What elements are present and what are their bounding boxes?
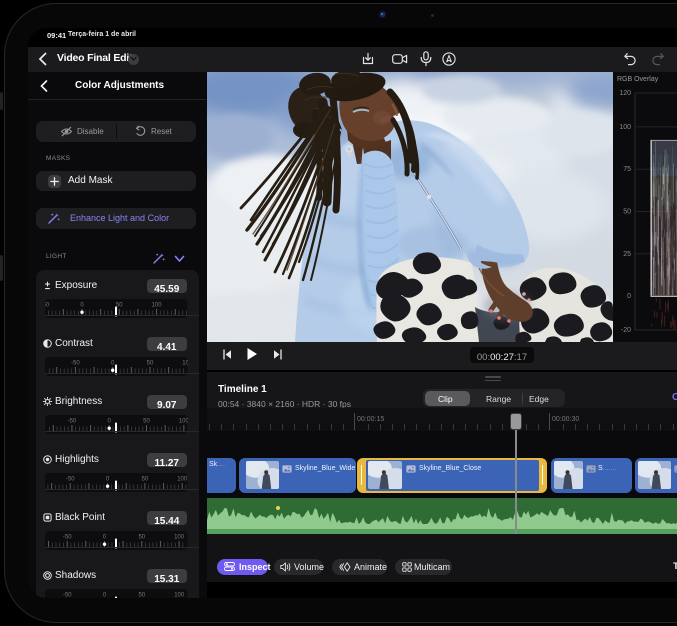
svg-text:50: 50: [143, 418, 150, 424]
svg-text:100: 100: [179, 418, 188, 424]
svg-text:100: 100: [174, 534, 185, 540]
svg-text:-50: -50: [71, 360, 80, 366]
svg-text:100: 100: [152, 302, 163, 308]
svg-text:100: 100: [174, 592, 185, 598]
svg-text:50: 50: [139, 592, 146, 598]
svg-text:-50: -50: [68, 418, 77, 424]
svg-text:25: 25: [623, 250, 631, 257]
svg-text:-50: -50: [63, 592, 72, 598]
svg-text:-50: -50: [45, 302, 50, 308]
svg-text:100: 100: [619, 123, 631, 130]
svg-text:100: 100: [177, 476, 187, 482]
svg-text:-50: -50: [66, 476, 75, 482]
svg-text:50: 50: [142, 476, 149, 482]
svg-text:-20: -20: [620, 327, 630, 334]
svg-text:75: 75: [623, 166, 631, 173]
svg-text:100: 100: [182, 360, 187, 366]
svg-text:50: 50: [138, 534, 145, 540]
svg-text:50: 50: [116, 302, 123, 308]
svg-text:0: 0: [627, 293, 631, 300]
svg-text:50: 50: [147, 360, 154, 366]
svg-text:50: 50: [623, 208, 631, 215]
svg-text:120: 120: [619, 90, 631, 97]
svg-text:-50: -50: [63, 534, 72, 540]
